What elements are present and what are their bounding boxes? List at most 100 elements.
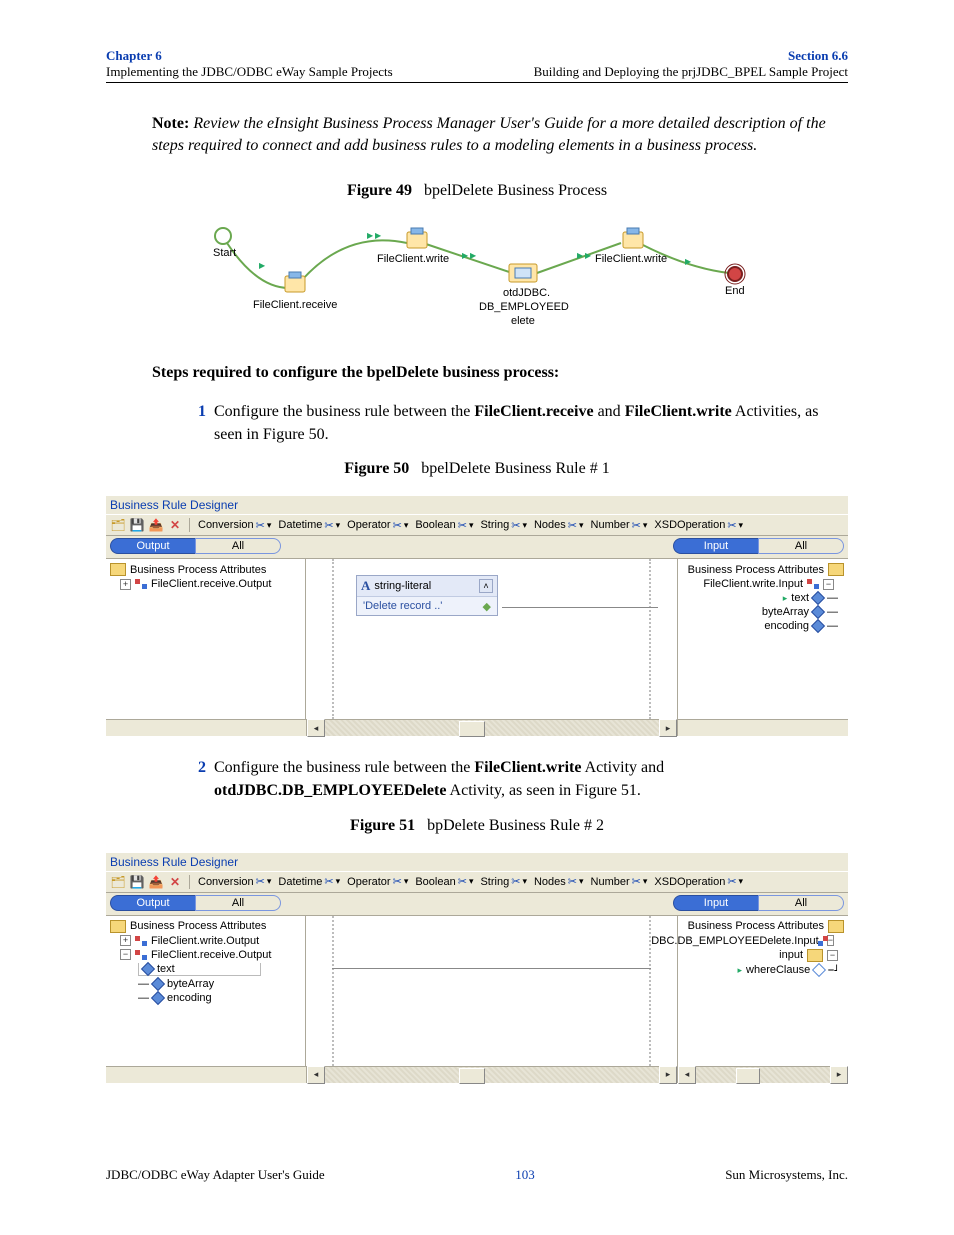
svg-text:▶: ▶ — [375, 231, 382, 240]
toolbar-icon-3[interactable]: 📤 — [148, 874, 164, 890]
string-literal-node[interactable]: A string-literal ˄ 'Delete record ..' ◆ — [356, 575, 498, 616]
tree-item-receive-output[interactable]: − FileClient.receive.Output — [120, 949, 301, 961]
tree-root-left[interactable]: Business Process Attributes — [110, 920, 301, 933]
scroll-thumb[interactable] — [459, 1068, 485, 1084]
branch-line: — — [827, 606, 838, 618]
tab-all-right[interactable]: All — [758, 895, 844, 911]
node-icon — [135, 950, 147, 960]
tree-item-write-output[interactable]: + FileClient.write.Output — [120, 935, 301, 947]
scroll-right-button[interactable]: ▸ — [659, 1066, 677, 1084]
designer1-canvas[interactable]: A string-literal ˄ 'Delete record ..' ◆ — [306, 559, 678, 719]
diamond-icon — [141, 961, 155, 975]
toolbar-menu-number[interactable]: Number ✂ ▾ — [589, 875, 650, 888]
leaf-label: text — [791, 592, 809, 604]
tab-all-left[interactable]: All — [195, 895, 281, 911]
tab-input[interactable]: Input — [673, 538, 758, 554]
scroll-left-button[interactable]: ◂ — [307, 1066, 325, 1084]
tab-input[interactable]: Input — [673, 895, 758, 911]
toolbar-icon-1[interactable]: 🗂 — [110, 874, 126, 890]
tree-leaf-encoding[interactable]: — encoding — [138, 992, 301, 1004]
diagram-write1-label: FileClient.write — [377, 253, 449, 265]
tab-output[interactable]: Output — [110, 538, 195, 554]
diamond-icon — [151, 990, 165, 1004]
scroll-thumb[interactable] — [736, 1068, 760, 1084]
toolbar-menu-conversion[interactable]: Conversion ✂ ▾ — [196, 519, 273, 532]
toolbar-icon-1[interactable]: 🗂 — [110, 517, 126, 533]
tree-leaf-text[interactable]: text — [138, 963, 261, 976]
right-root-label: Business Process Attributes — [688, 564, 824, 576]
diagram-jdbc-label1: otdJDBC. — [503, 287, 550, 299]
toolbar-menu-boolean[interactable]: Boolean ✂ ▾ — [413, 519, 475, 532]
tree-root-right[interactable]: Business Process Attributes — [682, 563, 844, 576]
scroll-left-button[interactable]: ◂ — [307, 719, 325, 737]
scroll-right-button[interactable]: ▸ — [830, 1066, 848, 1084]
section-link[interactable]: Section 6.6 — [534, 48, 848, 64]
tree-sub-input[interactable]: input − — [682, 949, 838, 962]
toolbar-menu-operator[interactable]: Operator ✂ ▾ — [345, 519, 410, 532]
tab-all-left[interactable]: All — [195, 538, 281, 554]
branch-line: — — [827, 592, 838, 604]
designer2-canvas[interactable] — [306, 916, 678, 1066]
chapter-subtitle: Implementing the JDBC/ODBC eWay Sample P… — [106, 64, 393, 80]
diagram-end-label: End — [725, 285, 745, 297]
expander-icon[interactable]: − — [827, 935, 834, 946]
figure-51-caption: Figure 51 bpDelete Business Rule # 2 — [106, 817, 848, 835]
tree-root-left[interactable]: Business Process Attributes — [110, 563, 301, 576]
toolbar-menu-datetime[interactable]: Datetime ✂ ▾ — [276, 875, 342, 888]
chapter-link[interactable]: Chapter 6 — [106, 48, 393, 64]
tree-item-receive-output[interactable]: + FileClient.receive.Output — [120, 578, 301, 590]
svg-text:▶: ▶ — [367, 231, 374, 240]
toolbar-icon-2[interactable]: 💾 — [129, 874, 145, 890]
toolbar-icon-3[interactable]: 📤 — [148, 517, 164, 533]
toolbar-icon-2[interactable]: 💾 — [129, 517, 145, 533]
expander-icon[interactable]: + — [120, 579, 131, 590]
tree-leaf-whereclause[interactable]: ▸ whereClause ⎯⎦ — [682, 964, 838, 977]
expander-icon[interactable]: − — [823, 579, 834, 590]
steps-heading: Steps required to configure the bpelDele… — [152, 364, 848, 382]
toolbar-delete-icon[interactable]: ✕ — [167, 517, 183, 533]
step-1-text-b: and — [594, 403, 625, 420]
tree-leaf-bytearray[interactable]: — byteArray — [138, 978, 301, 990]
toolbar-menu-datetime[interactable]: Datetime ✂ ▾ — [276, 519, 342, 532]
toolbar-delete-icon[interactable]: ✕ — [167, 874, 183, 890]
note-block: Note: Review the eInsight Business Proce… — [152, 113, 848, 158]
footer-title: JDBC/ODBC eWay Adapter User's Guide — [106, 1167, 325, 1183]
left-item-label: FileClient.write.Output — [151, 935, 259, 947]
toolbar-menu-nodes[interactable]: Nodes ✂ ▾ — [532, 875, 586, 888]
toolbar-menu-string[interactable]: String ✂ ▾ — [478, 875, 529, 888]
scroll-track[interactable] — [325, 1067, 659, 1083]
branch-line: — — [138, 992, 149, 1004]
scroll-left-button[interactable]: ◂ — [678, 1066, 696, 1084]
toolbar-menu-boolean[interactable]: Boolean ✂ ▾ — [413, 875, 475, 888]
step-1-text-a: Configure the business rule between the — [214, 403, 474, 420]
toolbar-menu-string[interactable]: String ✂ ▾ — [478, 519, 529, 532]
tree-item-write-input[interactable]: FileClient.write.Input − — [682, 578, 834, 590]
tree-leaf-text[interactable]: ▸ text — — [682, 592, 838, 604]
scroll-thumb[interactable] — [459, 721, 485, 737]
toolbar-menu-operator[interactable]: Operator ✂ ▾ — [345, 875, 410, 888]
figure-50-caption: Figure 50 bpelDelete Business Rule # 1 — [106, 460, 848, 478]
diagram-jdbc-label2: DB_EMPLOYEED — [479, 301, 569, 313]
toolbar-menu-nodes[interactable]: Nodes ✂ ▾ — [532, 519, 586, 532]
expander-icon[interactable]: + — [120, 935, 131, 946]
tree-leaf-bytearray[interactable]: byteArray — — [682, 606, 838, 618]
toolbar-menu-conversion[interactable]: Conversion ✂ ▾ — [196, 875, 273, 888]
tree-item-delete-input[interactable]: DBC.DB_EMPLOYEEDelete.Input − — [682, 935, 834, 947]
scroll-right-button[interactable]: ▸ — [659, 719, 677, 737]
tab-output[interactable]: Output — [110, 895, 195, 911]
toolbar-menu-xsdoperation[interactable]: XSDOperation ✂ ▾ — [652, 519, 745, 532]
svg-text:▶: ▶ — [259, 261, 266, 270]
tree-leaf-encoding[interactable]: encoding — — [682, 620, 838, 632]
tab-all-right[interactable]: All — [758, 538, 844, 554]
expander-icon[interactable]: − — [827, 950, 838, 961]
svg-text:▶: ▶ — [470, 251, 477, 260]
diagram-start-label: Start — [213, 247, 236, 259]
scroll-track[interactable] — [325, 720, 659, 736]
tree-root-right[interactable]: Business Process Attributes — [682, 920, 844, 933]
toolbar-menu-number[interactable]: Number ✂ ▾ — [589, 519, 650, 532]
scroll-track[interactable] — [696, 1067, 830, 1083]
expander-icon[interactable]: − — [120, 949, 131, 960]
literal-collapse-icon[interactable]: ˄ — [479, 579, 493, 593]
branch-line: ⎯⎦ — [828, 964, 838, 977]
toolbar-menu-xsdoperation[interactable]: XSDOperation ✂ ▾ — [652, 875, 745, 888]
